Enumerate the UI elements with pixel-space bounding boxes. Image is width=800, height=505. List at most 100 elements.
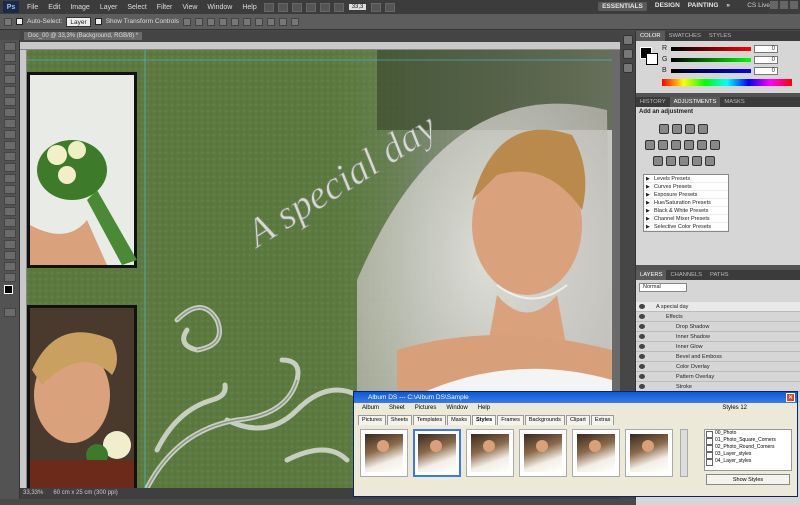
album-menu-pictures[interactable]: Pictures: [415, 403, 437, 413]
auto-select-checkbox[interactable]: [16, 18, 23, 25]
album-menu-window[interactable]: Window: [446, 403, 467, 413]
minimize-icon[interactable]: [770, 1, 778, 9]
layer-row-text[interactable]: A special day: [636, 302, 800, 312]
marquee-tool-icon[interactable]: [4, 53, 16, 62]
distribute-top-icon[interactable]: [255, 17, 264, 26]
eyedropper-tool-icon[interactable]: [4, 97, 16, 106]
hand-tool-icon[interactable]: [4, 262, 16, 271]
visibility-eye-icon[interactable]: [639, 364, 645, 369]
style-list-item[interactable]: 02_Photo_Round_Corners: [705, 444, 791, 452]
visibility-eye-icon[interactable]: [639, 374, 645, 379]
layer-effect-row[interactable]: Drop Shadow: [636, 322, 800, 332]
style-list-item[interactable]: 00_Photo: [705, 430, 791, 438]
posterize-icon[interactable]: [666, 156, 676, 166]
zoom-level-box[interactable]: 33,3: [348, 4, 367, 10]
green-value[interactable]: 0: [754, 55, 778, 64]
album-tab-styles[interactable]: Styles: [471, 415, 497, 425]
transform-controls-checkbox[interactable]: [94, 18, 102, 25]
move-tool-icon[interactable]: [4, 42, 16, 51]
maximize-icon[interactable]: [780, 1, 788, 9]
auto-select-dropdown[interactable]: Layer: [66, 16, 91, 27]
album-title-bar[interactable]: Album DS --- C:\Album DS\Sample ✕: [354, 392, 797, 403]
distribute-middle-icon[interactable]: [267, 17, 276, 26]
preset-black-white[interactable]: Black & White Presets: [644, 207, 728, 215]
preset-hue-saturation[interactable]: Hue/Saturation Presets: [644, 199, 728, 207]
tab-paths[interactable]: PATHS: [706, 270, 732, 280]
album-tab-pictures[interactable]: Pictures: [358, 415, 386, 425]
layer-effect-row[interactable]: Effects: [636, 312, 800, 322]
album-menu-sheet[interactable]: Sheet: [389, 403, 405, 413]
album-tab-backgrounds[interactable]: Backgrounds: [524, 415, 565, 425]
black-white-icon[interactable]: [684, 140, 694, 150]
red-value[interactable]: 0: [754, 44, 778, 53]
foreground-color[interactable]: [4, 285, 13, 294]
layer-effect-row[interactable]: Pattern Overlay: [636, 372, 800, 382]
invert-icon[interactable]: [653, 156, 663, 166]
path-select-tool-icon[interactable]: [4, 218, 16, 227]
visibility-eye-icon[interactable]: [639, 344, 645, 349]
bridge-icon[interactable]: [263, 2, 274, 12]
pen-tool-icon[interactable]: [4, 196, 16, 205]
layer-effect-row[interactable]: Color Overlay: [636, 362, 800, 372]
levels-icon[interactable]: [672, 124, 682, 134]
align-top-icon[interactable]: [183, 17, 192, 26]
quick-mask-icon[interactable]: [4, 308, 16, 317]
style-thumbnail[interactable]: [413, 429, 461, 477]
style-thumbnail[interactable]: [519, 429, 567, 477]
show-styles-button[interactable]: Show Styles: [706, 474, 790, 485]
zoom-tool-icon[interactable]: [4, 273, 16, 282]
style-thumbnail[interactable]: [572, 429, 620, 477]
history-icon[interactable]: [623, 35, 633, 45]
menu-edit[interactable]: Edit: [43, 4, 65, 11]
grid-icon[interactable]: [291, 2, 302, 12]
color-spectrum-bar[interactable]: [662, 79, 792, 86]
type-tool-icon[interactable]: [4, 207, 16, 216]
threshold-icon[interactable]: [679, 156, 689, 166]
visibility-eye-icon[interactable]: [639, 354, 645, 359]
align-left-icon[interactable]: [219, 17, 228, 26]
tab-styles[interactable]: STYLES: [705, 31, 735, 41]
menu-window[interactable]: Window: [202, 4, 237, 11]
menu-view[interactable]: View: [177, 4, 202, 11]
style-list-item[interactable]: 04_Layer_styles: [705, 458, 791, 466]
menu-select[interactable]: Select: [122, 4, 151, 11]
layer-effect-row[interactable]: Inner Glow: [636, 342, 800, 352]
align-bottom-icon[interactable]: [207, 17, 216, 26]
more-workspaces-icon[interactable]: »: [726, 2, 730, 11]
menu-image[interactable]: Image: [65, 4, 94, 11]
visibility-eye-icon[interactable]: [639, 334, 645, 339]
layer-effect-row[interactable]: Inner Shadow: [636, 332, 800, 342]
tab-history[interactable]: HISTORY: [636, 97, 670, 107]
workspace-design[interactable]: DESIGN: [655, 2, 680, 11]
minibridge-icon[interactable]: [277, 2, 288, 12]
dodge-tool-icon[interactable]: [4, 185, 16, 194]
vibrance-icon[interactable]: [645, 140, 655, 150]
crop-tool-icon[interactable]: [4, 86, 16, 95]
visibility-eye-icon[interactable]: [639, 384, 645, 389]
green-slider[interactable]: G0: [658, 54, 792, 65]
style-thumbnail[interactable]: [466, 429, 514, 477]
photo-filter-icon[interactable]: [697, 140, 707, 150]
quick-select-tool-icon[interactable]: [4, 75, 16, 84]
selective-color-icon[interactable]: [705, 156, 715, 166]
style-thumbnail[interactable]: [625, 429, 673, 477]
workspace-essentials[interactable]: ESSENTIALS: [598, 2, 647, 11]
visibility-eye-icon[interactable]: [639, 324, 645, 329]
info-icon[interactable]: [623, 63, 633, 73]
preset-exposure[interactable]: Exposure Presets: [644, 191, 728, 199]
blend-mode-dropdown[interactable]: Normal: [639, 282, 687, 292]
workspace-painting[interactable]: PAINTING: [688, 2, 719, 11]
tab-masks[interactable]: MASKS: [720, 97, 748, 107]
menu-help[interactable]: Help: [237, 4, 261, 11]
album-menu-help[interactable]: Help: [478, 403, 490, 413]
tab-adjustments[interactable]: ADJUSTMENTS: [669, 97, 721, 107]
cs-live-button[interactable]: CS Live: [747, 2, 770, 9]
zoom-readout[interactable]: 33,33%: [23, 488, 43, 499]
3d-orbit-tool-icon[interactable]: [4, 251, 16, 260]
close-icon[interactable]: [790, 1, 798, 9]
menu-layer[interactable]: Layer: [95, 4, 123, 11]
style-list-item[interactable]: 03_Layer_styles: [705, 451, 791, 459]
tab-color[interactable]: COLOR: [636, 31, 665, 41]
red-slider[interactable]: R0: [658, 43, 792, 54]
style-thumbnail[interactable]: [360, 429, 408, 477]
